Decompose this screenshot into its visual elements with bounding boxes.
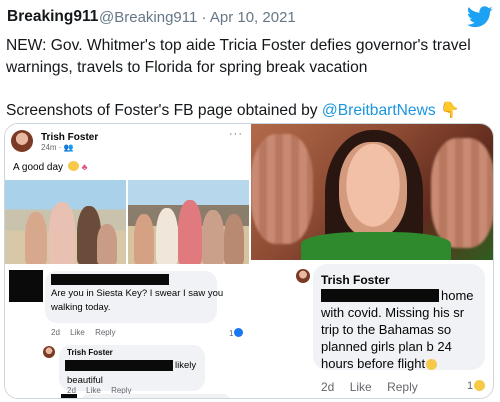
reaction-count: 1 bbox=[467, 380, 486, 392]
photo-person bbox=[25, 212, 47, 264]
redacted-name bbox=[51, 274, 169, 285]
fb-post-caption: A good day ♣ bbox=[13, 161, 88, 173]
tweet-text-line-1: NEW: Gov. Whitmer's top aide Tricia Fost… bbox=[6, 37, 471, 54]
fb-post-time: 24m · 👥 bbox=[41, 143, 74, 152]
reaction-count-value: 1 bbox=[229, 329, 234, 338]
tweet-media[interactable]: Trish Foster 24m · 👥 ··· A good day ♣ Ar… bbox=[4, 123, 494, 399]
tweet-author-name[interactable]: Breaking911 bbox=[7, 8, 98, 26]
twitter-bird-icon[interactable] bbox=[467, 6, 493, 28]
reply-button[interactable]: Reply bbox=[387, 380, 418, 394]
tweet-meta: @Breaking911 · Apr 10, 2021 bbox=[99, 9, 296, 26]
avatar bbox=[43, 346, 55, 358]
mention-link[interactable]: @BreitbartNews bbox=[322, 102, 436, 119]
fb-comment-line-5: hours before flight bbox=[321, 355, 438, 372]
fb-post-author: Trish Foster bbox=[41, 132, 99, 143]
fb-comment-text: Are you in Siesta Key? I swear I saw you… bbox=[51, 287, 223, 315]
photo-person bbox=[97, 224, 117, 264]
comment-age: 2d bbox=[51, 328, 60, 337]
fb-post-time-text: 24m · bbox=[41, 143, 64, 152]
photo-person bbox=[202, 210, 224, 264]
fb-screenshot-left[interactable]: Trish Foster 24m · 👥 ··· A good day ♣ Ar… bbox=[5, 124, 249, 398]
fb-comment-line-2: walking today. bbox=[51, 302, 111, 313]
like-button[interactable]: Like bbox=[70, 328, 85, 337]
redacted-text bbox=[321, 289, 439, 302]
reaction-count-value: 1 bbox=[467, 380, 474, 392]
fb-comment-line-2: with covid. Missing his sr bbox=[321, 305, 465, 320]
tweet-header: Breaking911 @Breaking911 · Apr 10, 2021 bbox=[7, 6, 493, 30]
blurred-face bbox=[431, 138, 493, 248]
selfie-photo bbox=[251, 124, 493, 260]
fb-comment-bubble bbox=[81, 394, 231, 398]
redacted-avatar bbox=[9, 270, 43, 302]
avatar bbox=[296, 269, 310, 283]
fb-reply-text-1: likely bbox=[175, 360, 197, 371]
tweet-text-gap bbox=[6, 79, 490, 100]
fb-comment-actions: 2d Like Reply bbox=[51, 328, 124, 337]
fb-comment-actions: 2d Like Reply bbox=[321, 380, 430, 394]
fb-screenshot-right[interactable]: Trish Foster home with covid. Missing hi… bbox=[251, 124, 493, 398]
tweet-handle[interactable]: @Breaking911 bbox=[99, 9, 197, 26]
blurred-face bbox=[251, 134, 313, 244]
fb-post-header: Trish Foster 24m · 👥 ··· bbox=[11, 128, 243, 156]
wow-reaction-icon bbox=[474, 380, 486, 391]
comment-age: 2d bbox=[321, 380, 335, 394]
redacted-avatar bbox=[61, 394, 77, 398]
fb-comment-line-5-text: hours before flight bbox=[321, 356, 426, 371]
photo-face bbox=[339, 142, 407, 238]
photo-shirt bbox=[301, 232, 451, 260]
reply-button[interactable]: Reply bbox=[95, 328, 115, 337]
tweet-text-line-3-prefix: Screenshots of Foster's FB page obtained… bbox=[6, 102, 322, 119]
friends-icon: 👥 bbox=[63, 143, 74, 152]
photo-person bbox=[178, 200, 202, 264]
fb-comment-line-3: trip to the Bahamas so bbox=[321, 322, 452, 337]
photo-person bbox=[134, 214, 154, 264]
beach-photo-2 bbox=[128, 180, 249, 264]
fb-comment-line-4: planned girls plan b 24 bbox=[321, 339, 452, 354]
fb-comment-author: Trish Foster bbox=[321, 273, 390, 287]
photo-person bbox=[224, 214, 244, 264]
fb-comment-line-1: Are you in Siesta Key? I swear I saw you bbox=[51, 288, 224, 299]
tweet-text: NEW: Gov. Whitmer's top aide Tricia Fost… bbox=[6, 35, 490, 122]
fb-comment-line-1: home bbox=[441, 288, 474, 303]
sweat-smile-emoji-icon bbox=[426, 359, 438, 370]
more-options-icon: ··· bbox=[229, 128, 243, 140]
fb-reply-author: Trish Foster bbox=[67, 348, 113, 357]
like-reaction-icon bbox=[234, 328, 244, 337]
sunglasses-emoji-icon bbox=[67, 161, 79, 171]
pointing-down-icon: 👇 bbox=[440, 102, 460, 119]
flamingo-emoji-icon: ♣ bbox=[81, 162, 88, 172]
avatar bbox=[11, 130, 33, 152]
fb-post-caption-text: A good day bbox=[13, 162, 66, 173]
like-button[interactable]: Like bbox=[350, 380, 372, 394]
tweet-date[interactable]: Apr 10, 2021 bbox=[210, 9, 296, 26]
reaction-count: 1 bbox=[229, 328, 244, 338]
tweet-text-line-3: Screenshots of Foster's FB page obtained… bbox=[6, 100, 490, 122]
tweet-text-line-2: warnings, travels to Florida for spring … bbox=[6, 59, 368, 76]
redacted-text bbox=[65, 360, 173, 371]
beach-photo-1 bbox=[5, 180, 126, 264]
tweet-separator: · bbox=[201, 9, 207, 26]
photo-person bbox=[156, 208, 178, 264]
photo-person bbox=[49, 202, 75, 264]
